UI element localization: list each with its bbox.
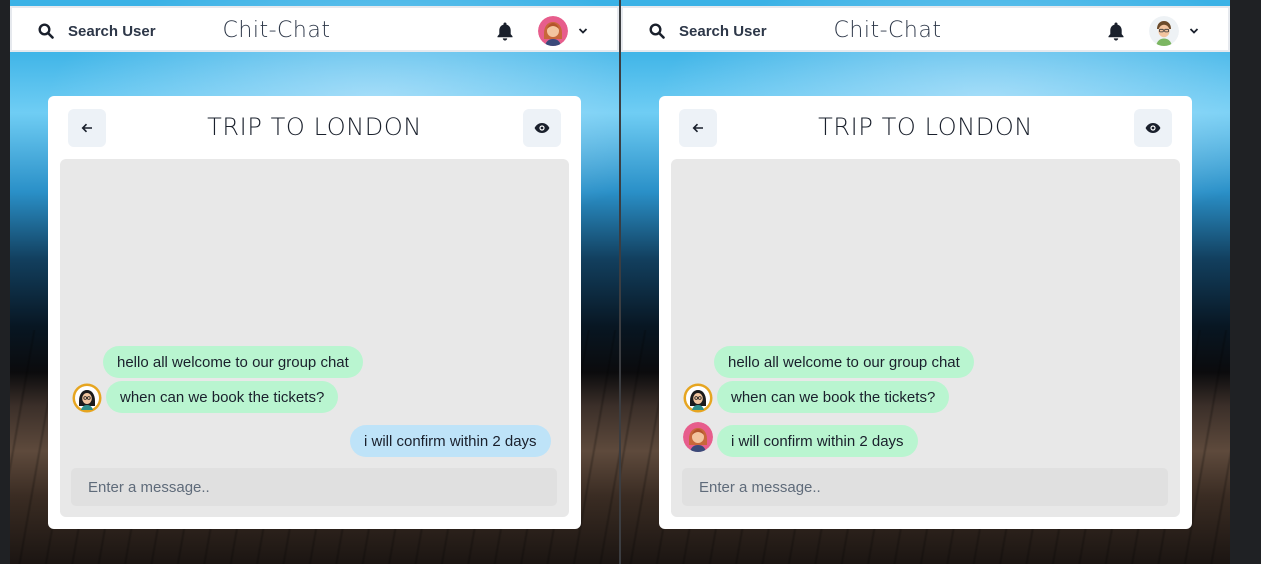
bell-icon[interactable] [1105,20,1127,42]
own-message-bubble: i will confirm within 2 days [350,425,551,457]
profile-menu[interactable] [1149,16,1199,46]
window-edge [1230,0,1261,564]
message-input[interactable] [71,468,557,506]
search-icon [38,23,54,39]
search-icon [649,23,665,39]
top-bar: Search User Chit-Chat [621,6,1230,52]
top-bar: Search User Chit-Chat [10,6,619,52]
messages-area[interactable]: hello all welcome to our group chat when… [671,159,1180,517]
message-input[interactable] [682,468,1168,506]
left-user-view: Search User Chit-Chat TRIP TO LONDON hel… [10,0,619,564]
messages-area[interactable]: hello all welcome to our group chat when… [60,159,569,517]
right-user-view: Search User Chit-Chat TRIP TO LONDON hel… [621,0,1230,564]
sender-avatar [683,422,713,452]
chevron-down-icon [1189,28,1199,34]
search-user-button[interactable]: Search User [38,18,156,44]
eye-icon [534,123,550,133]
profile-menu[interactable] [538,16,588,46]
chat-title: TRIP TO LONDON [207,113,422,141]
sender-avatar [683,383,713,413]
message-bubble: when can we book the tickets? [717,381,950,413]
message-bubble: i will confirm within 2 days [717,425,918,457]
chevron-down-icon [578,28,588,34]
view-group-button[interactable] [523,109,561,147]
search-user-button[interactable]: Search User [649,18,767,44]
chat-title: TRIP TO LONDON [818,113,1033,141]
avatar [538,16,568,46]
chat-card: TRIP TO LONDON hello all welcome to our … [48,96,581,529]
chat-card: TRIP TO LONDON hello all welcome to our … [659,96,1192,529]
message-bubble: hello all welcome to our group chat [714,346,974,378]
bell-icon[interactable] [494,20,516,42]
eye-icon [1145,123,1161,133]
search-user-label: Search User [679,22,767,40]
search-user-label: Search User [68,22,156,40]
message-bubble: when can we book the tickets? [106,381,339,413]
view-group-button[interactable] [1134,109,1172,147]
message-bubble: hello all welcome to our group chat [103,346,363,378]
sender-avatar [72,383,102,413]
avatar [1149,16,1179,46]
